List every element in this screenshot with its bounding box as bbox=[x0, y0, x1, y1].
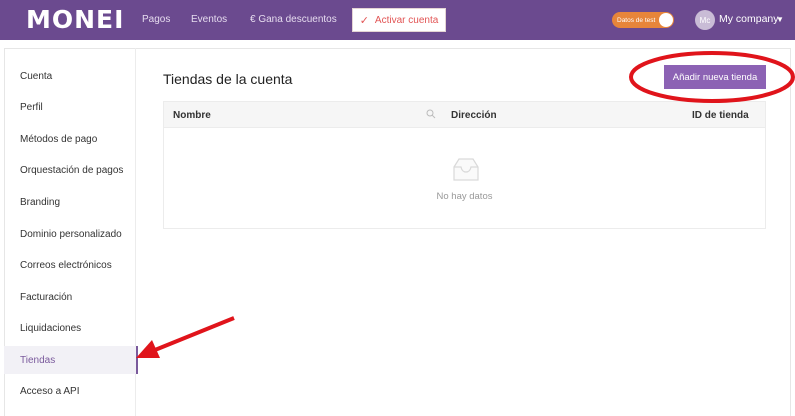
sidebar-item-liquidaciones[interactable]: Liquidaciones bbox=[4, 314, 136, 342]
test-data-toggle[interactable]: Datos de test bbox=[612, 12, 674, 28]
search-icon[interactable] bbox=[426, 109, 436, 122]
add-store-button[interactable]: Añadir nueva tienda bbox=[664, 65, 766, 89]
nav-link-descuentos[interactable]: € Gana descuentos bbox=[250, 14, 337, 25]
table-header: Nombre Dirección ID de tienda bbox=[164, 102, 765, 128]
settings-sidebar: Cuenta Perfil Métodos de pago Orquestaci… bbox=[4, 48, 138, 416]
check-icon: ✓ bbox=[359, 14, 369, 27]
sidebar-item-tiendas[interactable]: Tiendas bbox=[4, 346, 138, 374]
logo[interactable]: MONEI bbox=[26, 5, 124, 34]
company-menu[interactable]: My company bbox=[719, 13, 779, 25]
sidebar-item-correos[interactable]: Correos electrónicos bbox=[4, 251, 136, 279]
toggle-knob bbox=[659, 13, 673, 27]
activate-account-label: Activar cuenta bbox=[374, 14, 439, 26]
sidebar-item-facturacion[interactable]: Facturación bbox=[4, 283, 136, 311]
empty-inbox-icon bbox=[450, 157, 482, 188]
activate-account-button[interactable]: ✓ Activar cuenta bbox=[352, 8, 446, 32]
sidebar-item-orquestacion[interactable]: Orquestación de pagos bbox=[4, 156, 136, 184]
nav-link-pagos[interactable]: Pagos bbox=[142, 14, 170, 25]
test-data-label: Datos de test bbox=[617, 16, 656, 24]
column-header-direccion[interactable]: Dirección bbox=[451, 110, 497, 121]
chevron-down-icon[interactable]: ▼ bbox=[776, 15, 784, 24]
column-header-id-tienda[interactable]: ID de tienda bbox=[692, 110, 749, 121]
avatar[interactable]: Mc bbox=[695, 10, 715, 30]
sidebar-item-acceso-api[interactable]: Acceso a API bbox=[4, 377, 136, 405]
sidebar-item-metodos-de-pago[interactable]: Métodos de pago bbox=[4, 125, 136, 153]
sidebar-item-cuenta[interactable]: Cuenta bbox=[4, 62, 136, 90]
sidebar-item-branding[interactable]: Branding bbox=[4, 188, 136, 216]
sidebar-item-perfil[interactable]: Perfil bbox=[4, 93, 136, 121]
stores-table: Nombre Dirección ID de tienda No hay dat… bbox=[163, 101, 766, 229]
sidebar-item-dominio[interactable]: Dominio personalizado bbox=[4, 220, 136, 248]
page-title: Tiendas de la cuenta bbox=[163, 71, 293, 87]
top-navbar: MONEI Pagos Eventos € Gana descuentos ✓ … bbox=[0, 0, 795, 40]
nav-link-eventos[interactable]: Eventos bbox=[191, 14, 227, 25]
empty-state-text: No hay datos bbox=[436, 191, 493, 202]
column-header-nombre[interactable]: Nombre bbox=[173, 110, 211, 121]
